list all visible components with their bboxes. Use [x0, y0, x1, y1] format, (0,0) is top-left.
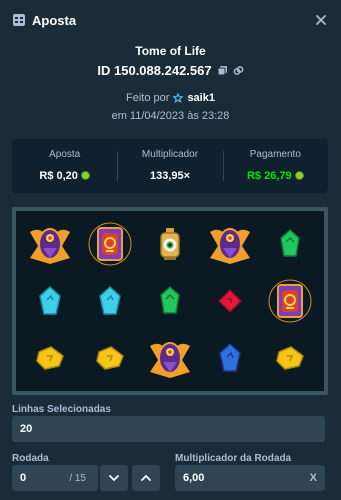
- stat-bet: Aposta R$ 0,20: [12, 149, 117, 184]
- round-multiplier-value: 6,00: [183, 472, 205, 484]
- round-multiplier-suffix: X: [309, 472, 317, 484]
- blue-gem-symbol-icon: [219, 343, 241, 373]
- modal-header: Aposta: [0, 0, 341, 40]
- cyan-gem-symbol-icon: [99, 285, 121, 315]
- stat-payout-value: R$ 26,79: [246, 169, 292, 182]
- reel-cell-eye-lantern: [140, 215, 200, 272]
- green-gem-symbol-icon: [160, 285, 180, 314]
- bet-stats-panel: Aposta R$ 0,20 Multiplicador 133,95× Pag…: [12, 139, 328, 193]
- round-multiplier-input[interactable]: 6,00 X: [175, 465, 325, 491]
- slot-reels: [12, 207, 328, 395]
- scarab-symbol-icon: [210, 227, 250, 264]
- reel-cell-cyan-gem: [80, 272, 140, 329]
- stat-bet-value-wrap: R$ 0,20: [39, 170, 90, 182]
- chevron-down-icon: [109, 475, 119, 482]
- bet-id-row: ID 150.088.242.567: [0, 63, 341, 78]
- username[interactable]: saik1: [187, 92, 215, 104]
- round-total: / 15: [69, 472, 86, 484]
- stat-payout-value-wrap: R$ 26,79: [247, 170, 304, 182]
- played-by-prefix: Feito por: [126, 92, 170, 104]
- vip-star-icon: [173, 93, 184, 103]
- reel-cell-yellow-gem: [80, 330, 140, 387]
- stat-bet-value: R$ 0,20: [39, 169, 78, 182]
- chevron-up-icon: [141, 474, 151, 481]
- round-label: Rodada: [12, 453, 49, 464]
- link-icon[interactable]: [233, 65, 244, 76]
- scarab-symbol-icon: [150, 342, 190, 379]
- copy-icon[interactable]: [217, 65, 228, 76]
- book-symbol-icon: [88, 222, 132, 266]
- yellow-gem-symbol-icon: [276, 346, 304, 371]
- played-by: Feito por saik1: [0, 92, 341, 104]
- lines-value: 20: [20, 423, 33, 435]
- stat-multiplier: Multiplicador 133,95×: [117, 149, 222, 184]
- stat-multiplier-value: 133,95×: [149, 169, 191, 182]
- reel-cell-book: [80, 215, 140, 272]
- stat-multiplier-label: Multiplicador: [141, 148, 199, 160]
- green-gem-symbol-icon: [280, 228, 300, 257]
- book-symbol-icon: [268, 279, 312, 323]
- modal-title: Aposta: [32, 12, 77, 28]
- game-name[interactable]: Tome of Life: [0, 44, 341, 58]
- reel-cell-book: [260, 272, 320, 329]
- reel-cell-yellow-gem: [260, 330, 320, 387]
- stat-bet-label: Aposta: [49, 148, 81, 160]
- close-icon[interactable]: [313, 12, 329, 28]
- yellow-gem-symbol-icon: [36, 346, 64, 371]
- reel-cell-blue-gem: [200, 330, 260, 387]
- reel-cell-green-gem: [140, 272, 200, 329]
- coin-icon: [294, 171, 304, 180]
- round-value: 0: [20, 472, 27, 484]
- bet-id: ID 150.088.242.567: [97, 63, 212, 78]
- coin-icon: [80, 171, 90, 180]
- round-increment-button[interactable]: [132, 465, 160, 491]
- round-multiplier-label: Multiplicador da Rodada: [175, 453, 292, 464]
- lines-label: Linhas Selecionadas: [12, 404, 111, 415]
- reel-cell-red-gem: [200, 272, 260, 329]
- stat-payout-label: Pagamento: [249, 148, 301, 160]
- reel-cell-scarab: [140, 330, 200, 387]
- round-decrement-button[interactable]: [100, 465, 128, 491]
- red-gem-symbol-icon: [218, 288, 242, 313]
- scarab-symbol-icon: [30, 227, 70, 264]
- lines-input[interactable]: 20: [12, 416, 325, 442]
- ticket-icon: [13, 14, 25, 26]
- reel-cell-yellow-gem: [20, 330, 80, 387]
- round-input[interactable]: 0 / 15: [12, 465, 98, 491]
- bet-date: em 11/04/2023 às 23:28: [111, 110, 230, 122]
- stat-payout: Pagamento R$ 26,79: [222, 148, 328, 184]
- yellow-gem-symbol-icon: [96, 346, 124, 371]
- reel-cell-green-gem: [260, 215, 320, 272]
- reel-cell-scarab: [200, 215, 260, 272]
- reel-cell-scarab: [20, 215, 80, 272]
- cyan-gem-symbol-icon: [39, 285, 61, 315]
- reel-cell-cyan-gem: [20, 272, 80, 329]
- eye-lantern-symbol-icon: [160, 227, 180, 260]
- reel-grid: [20, 215, 320, 387]
